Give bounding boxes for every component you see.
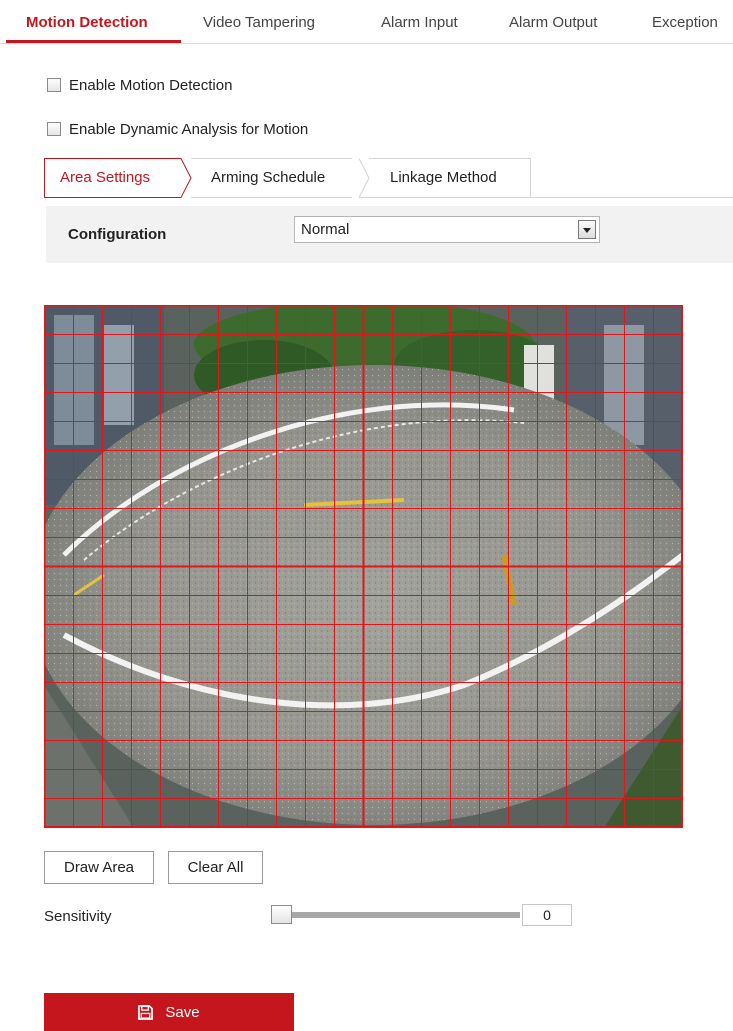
motion-detection-grid[interactable] [44,305,683,828]
subtab-linkage-method[interactable]: Linkage Method [390,158,497,198]
sub-tab-divider [530,197,733,198]
enable-motion-detection-label: Enable Motion Detection [69,76,233,94]
tab-video-tampering[interactable]: Video Tampering [203,14,315,31]
video-preview[interactable] [44,305,683,828]
active-tab-indicator [6,40,181,43]
enable-dynamic-analysis-label: Enable Dynamic Analysis for Motion [69,120,309,138]
tab-alarm-output[interactable]: Alarm Output [509,14,597,31]
tab-motion-detection[interactable]: Motion Detection [26,14,148,31]
enable-dynamic-analysis-row[interactable]: Enable Dynamic Analysis for Motion [47,120,308,138]
subtab-arming-schedule[interactable]: Arming Schedule [211,158,325,198]
enable-motion-detection-row[interactable]: Enable Motion Detection [47,76,232,94]
sensitivity-slider-track[interactable] [278,912,520,918]
configuration-label: Configuration [68,226,167,243]
top-tab-bar: Motion Detection Video Tampering Alarm I… [0,0,733,44]
save-button[interactable]: Save [44,993,294,1031]
enable-dynamic-analysis-checkbox[interactable] [47,122,61,136]
save-label: Save [165,1003,200,1021]
tab-alarm-input[interactable]: Alarm Input [381,14,458,31]
sensitivity-label: Sensitivity [44,908,112,925]
dropdown-arrow-icon[interactable] [578,220,596,239]
sensitivity-slider-handle[interactable] [271,905,292,924]
sensitivity-value-field[interactable]: 0 [522,904,572,926]
tab-exception[interactable]: Exception [652,14,718,31]
enable-motion-detection-checkbox[interactable] [47,78,61,92]
configuration-value: Normal [301,221,350,238]
clear-all-button[interactable]: Clear All [168,851,263,884]
floppy-disk-icon [138,1004,154,1020]
configuration-bar: Configuration Normal [46,206,733,263]
configuration-select[interactable]: Normal [294,216,600,243]
draw-area-button[interactable]: Draw Area [44,851,154,884]
subtab-area-settings[interactable]: Area Settings [60,158,150,198]
